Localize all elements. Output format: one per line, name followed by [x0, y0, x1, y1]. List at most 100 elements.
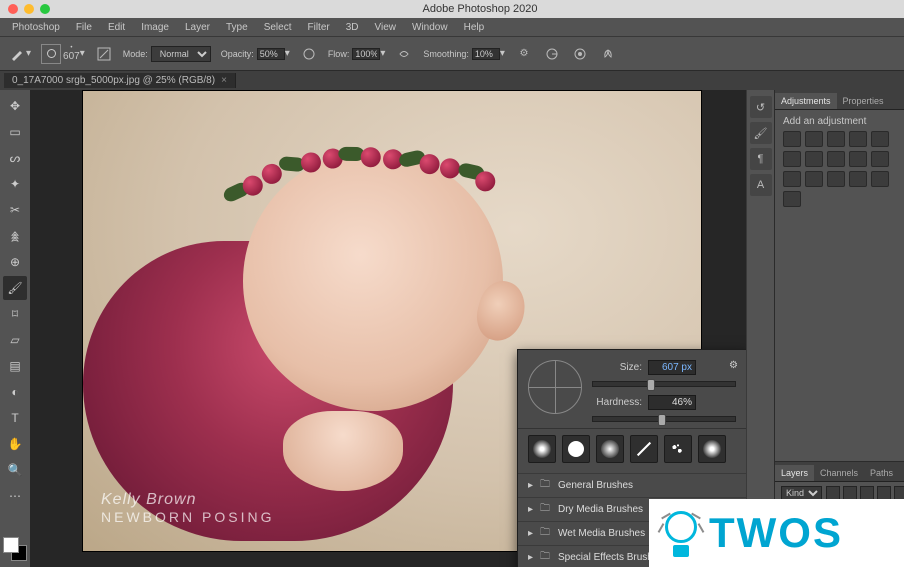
hardness-value[interactable]: 46% — [648, 395, 696, 410]
adj-exposure-icon[interactable] — [849, 131, 867, 147]
chevron-down-icon[interactable]: ▾ — [380, 48, 385, 59]
menu-type[interactable]: Type — [226, 22, 248, 33]
tab-channels[interactable]: Channels — [814, 465, 864, 481]
menu-layer[interactable]: Layer — [185, 22, 210, 33]
quick-select-tool[interactable]: ✦ — [3, 172, 27, 196]
traffic-zoom[interactable] — [40, 4, 50, 14]
brush-preset[interactable] — [630, 435, 658, 463]
pressure-size-toggle[interactable] — [571, 45, 589, 63]
menu-select[interactable]: Select — [264, 22, 292, 33]
brush-preset[interactable] — [698, 435, 726, 463]
lasso-tool[interactable]: ᔕ — [3, 146, 27, 170]
type-tool[interactable]: T — [3, 406, 27, 430]
adj-invert-icon[interactable] — [805, 171, 823, 187]
adj-selective-color-icon[interactable] — [783, 191, 801, 207]
character-panel-icon[interactable]: A — [750, 174, 772, 196]
menu-3d[interactable]: 3D — [346, 22, 359, 33]
adj-photo-filter-icon[interactable] — [849, 151, 867, 167]
zoom-tool[interactable]: 🔍 — [3, 458, 27, 482]
adj-hue-icon[interactable] — [783, 151, 801, 167]
traffic-close[interactable] — [8, 4, 18, 14]
healing-tool[interactable]: ⊕ — [3, 250, 27, 274]
tool-preset-picker[interactable]: ▾ — [8, 45, 31, 63]
adj-threshold-icon[interactable] — [849, 171, 867, 187]
brush-preset-picker[interactable]: • 607 ▾ — [41, 44, 85, 64]
adj-posterize-icon[interactable] — [827, 171, 845, 187]
foreground-color-swatch[interactable] — [3, 537, 19, 553]
chevron-down-icon[interactable]: ▾ — [500, 48, 505, 59]
filter-smart-icon[interactable] — [894, 486, 904, 500]
twos-text: TWOS — [709, 509, 843, 557]
pressure-opacity-toggle[interactable] — [300, 45, 318, 63]
brush-folder[interactable]: ▸🗀General Brushes — [518, 473, 746, 497]
hardness-slider[interactable] — [592, 416, 736, 422]
stamp-tool[interactable]: ⌑ — [3, 302, 27, 326]
adj-brightness-icon[interactable] — [783, 131, 801, 147]
adj-channel-mixer-icon[interactable] — [871, 151, 889, 167]
document-canvas[interactable]: Kelly Brown NEWBORN POSING ⚙ Size: 607 p… — [82, 90, 702, 552]
brush-panel-toggle[interactable] — [95, 45, 113, 63]
eyedropper-tool[interactable]: 𖠰 — [3, 224, 27, 248]
hand-tool[interactable]: ✋ — [3, 432, 27, 456]
move-tool[interactable]: ✥ — [3, 94, 27, 118]
chevron-down-icon[interactable]: ▾ — [285, 48, 290, 59]
menu-window[interactable]: Window — [412, 22, 448, 33]
tab-properties[interactable]: Properties — [837, 93, 890, 109]
adj-color-lookup-icon[interactable] — [783, 171, 801, 187]
adj-vibrance-icon[interactable] — [871, 131, 889, 147]
menu-edit[interactable]: Edit — [108, 22, 125, 33]
adj-colorbalance-icon[interactable] — [805, 151, 823, 167]
filter-pixel-icon[interactable] — [826, 486, 840, 500]
watermark-line: NEWBORN POSING — [101, 509, 274, 525]
document-tab[interactable]: 0_17A7000 srgb_5000px.jpg @ 25% (RGB/8) … — [4, 73, 236, 88]
smoothing-options[interactable]: ⚙ — [515, 45, 533, 63]
brush-angle-widget[interactable] — [528, 360, 582, 414]
dodge-tool[interactable]: ◐ — [3, 380, 27, 404]
menu-photoshop[interactable]: Photoshop — [12, 22, 60, 33]
eraser-tool[interactable]: ▱ — [3, 328, 27, 352]
smoothing-input[interactable] — [472, 48, 500, 60]
menu-file[interactable]: File — [76, 22, 92, 33]
adj-gradient-map-icon[interactable] — [871, 171, 889, 187]
brush-preset[interactable] — [562, 435, 590, 463]
menu-image[interactable]: Image — [141, 22, 169, 33]
panel-gear-icon[interactable]: ⚙ — [729, 360, 738, 371]
tab-layers[interactable]: Layers — [775, 465, 814, 481]
brush-preset[interactable] — [596, 435, 624, 463]
adj-bw-icon[interactable] — [827, 151, 845, 167]
blend-mode-select[interactable]: Normal — [151, 46, 211, 62]
brushes-panel-icon[interactable]: 🖌 — [750, 122, 772, 144]
airbrush-toggle[interactable] — [395, 45, 413, 63]
traffic-minimize[interactable] — [24, 4, 34, 14]
menu-filter[interactable]: Filter — [307, 22, 329, 33]
brush-preset[interactable] — [528, 435, 556, 463]
watermark: Kelly Brown NEWBORN POSING — [101, 491, 274, 525]
marquee-tool[interactable]: ▭ — [3, 120, 27, 144]
menu-help[interactable]: Help — [464, 22, 485, 33]
crop-tool[interactable]: ✂ — [3, 198, 27, 222]
edit-toolbar[interactable]: ⋯ — [3, 484, 27, 508]
color-swatches[interactable] — [3, 537, 27, 561]
tab-adjustments[interactable]: Adjustments — [775, 93, 837, 109]
paragraph-panel-icon[interactable]: ¶ — [750, 148, 772, 170]
size-slider[interactable] — [592, 381, 736, 387]
flow-input[interactable] — [352, 48, 380, 60]
opacity-input[interactable] — [257, 48, 285, 60]
brush-tool[interactable]: 🖌 — [3, 276, 27, 300]
adj-levels-icon[interactable] — [805, 131, 823, 147]
symmetry-toggle[interactable] — [599, 45, 617, 63]
filter-adjust-icon[interactable] — [843, 486, 857, 500]
tab-paths[interactable]: Paths — [864, 465, 899, 481]
layer-filter-select[interactable]: Kind — [781, 486, 822, 500]
filter-type-icon[interactable] — [860, 486, 874, 500]
gradient-tool[interactable]: ▤ — [3, 354, 27, 378]
canvas-area[interactable]: Kelly Brown NEWBORN POSING ⚙ Size: 607 p… — [30, 90, 746, 567]
adj-curves-icon[interactable] — [827, 131, 845, 147]
brush-preset[interactable] — [664, 435, 692, 463]
brush-angle[interactable] — [543, 45, 561, 63]
history-panel-icon[interactable]: ↺ — [750, 96, 772, 118]
menu-view[interactable]: View — [375, 22, 397, 33]
close-tab-icon[interactable]: × — [221, 75, 227, 86]
size-value[interactable]: 607 px — [648, 360, 696, 375]
filter-shape-icon[interactable] — [877, 486, 891, 500]
